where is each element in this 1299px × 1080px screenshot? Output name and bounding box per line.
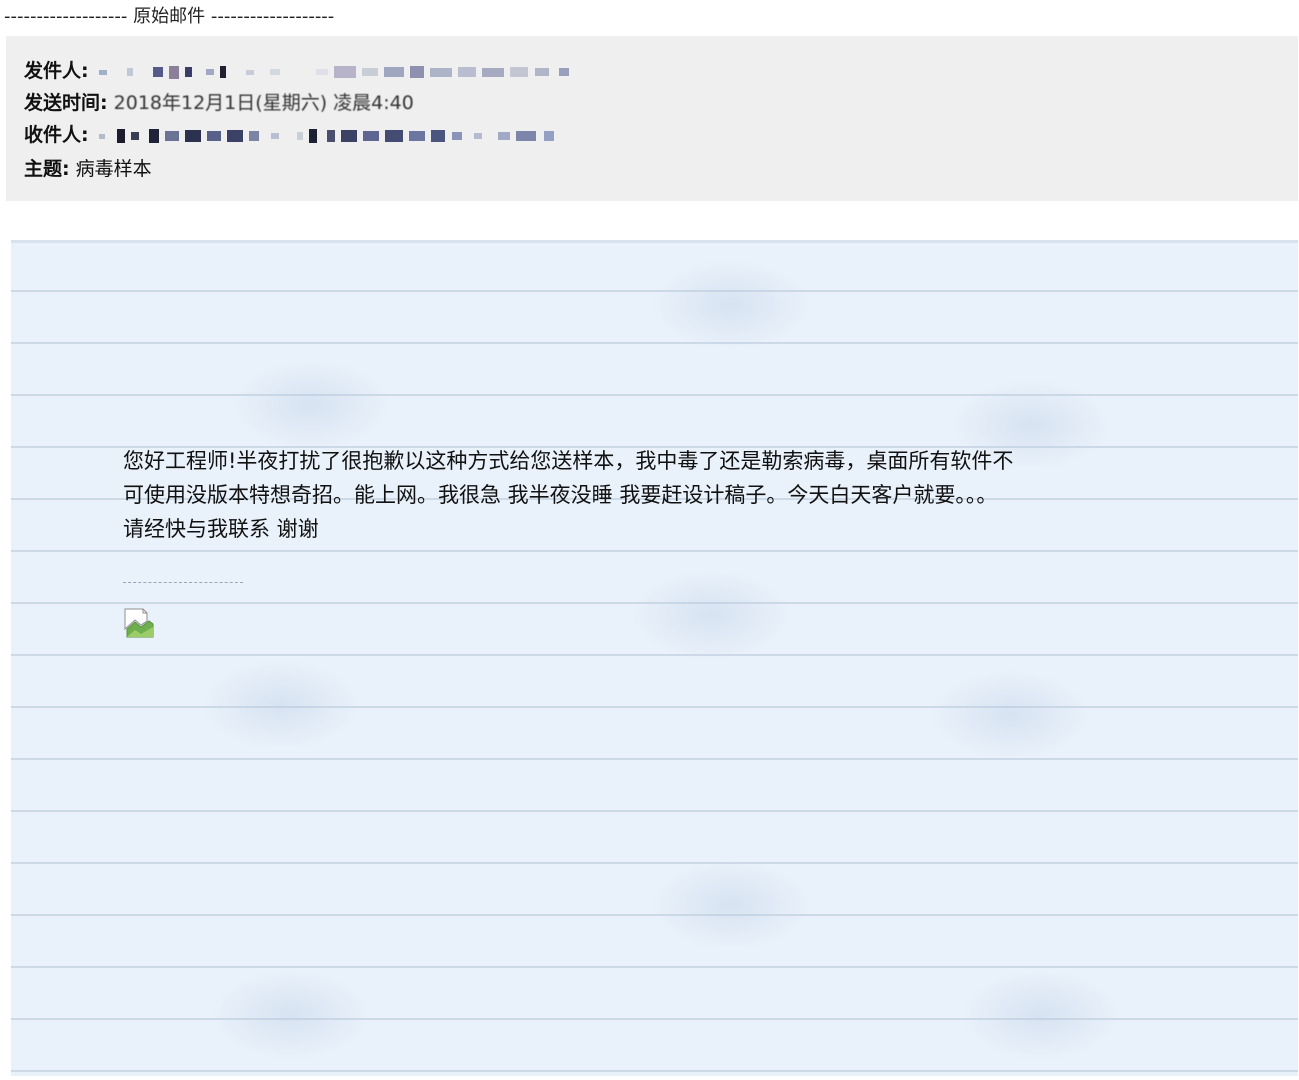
to-label: 收件人: — [24, 124, 89, 146]
watermark-decoration — [231, 360, 391, 450]
letter-body: 您好工程师!半夜打扰了很抱歉以这种方式给您送样本，我中毒了还是勒索病毒，桌面所有… — [11, 240, 1298, 1076]
watermark-decoration — [931, 670, 1091, 760]
subject-label: 主题: — [24, 158, 70, 180]
email-view: ------------------- 原始邮件 ---------------… — [0, 0, 1299, 1080]
signature-divider — [123, 582, 243, 583]
mail-header: 发件人: 发送时间: 2018年12月1日(星期六) 凌晨4:40 收件人: 主… — [6, 36, 1298, 201]
divider-dashes-left: ------------------- — [4, 6, 128, 27]
from-label: 发件人: — [24, 60, 89, 82]
divider-dashes-right: ------------------- — [210, 6, 335, 27]
watermark-decoration — [211, 970, 371, 1060]
subject-value: 病毒样本 — [75, 158, 152, 180]
to-row: 收件人: — [24, 122, 554, 149]
sent-time-value: 2018年12月1日(星期六) 凌晨4:40 — [113, 92, 414, 114]
sent-time-row: 发送时间: 2018年12月1日(星期六) 凌晨4:40 — [24, 90, 414, 116]
watermark-decoration — [201, 660, 361, 750]
message-line: 可使用没版本特想奇招。能上网。我很急 我半夜没睡 我要赶设计稿子。今天白天客户就… — [123, 483, 998, 507]
watermark-decoration — [651, 260, 811, 350]
watermark-decoration — [631, 570, 791, 660]
message-line: 请经快与我联系 谢谢 — [123, 517, 319, 541]
from-row: 发件人: — [24, 58, 569, 85]
sent-time-label: 发送时间: — [24, 92, 108, 114]
watermark-decoration — [651, 860, 811, 950]
broken-image-icon[interactable] — [123, 607, 155, 639]
watermark-decoration — [961, 970, 1121, 1060]
redacted-sender — [95, 59, 569, 85]
message-line: 您好工程师!半夜打扰了很抱歉以这种方式给您送样本，我中毒了还是勒索病毒，桌面所有… — [123, 449, 1014, 473]
divider-title: 原始邮件 — [133, 6, 206, 27]
redacted-recipient — [95, 123, 554, 149]
original-mail-divider: ------------------- 原始邮件 ---------------… — [4, 4, 334, 30]
subject-row: 主题: 病毒样本 — [24, 156, 152, 182]
message-text: 您好工程师!半夜打扰了很抱歉以这种方式给您送样本，我中毒了还是勒索病毒，桌面所有… — [123, 444, 1183, 546]
